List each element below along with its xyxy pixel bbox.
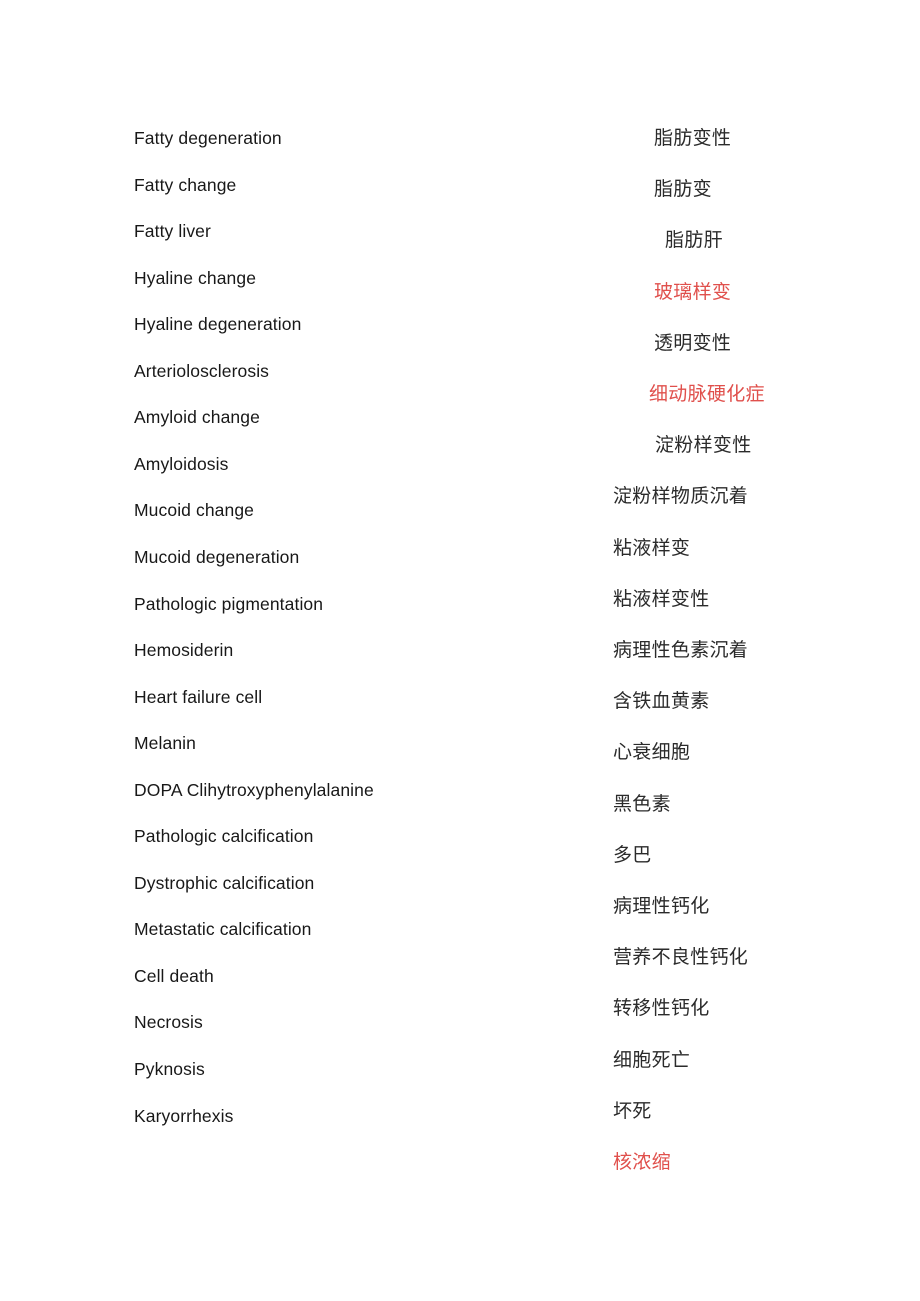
glossary-term-chinese: 转移性钙化 [613, 997, 710, 1020]
glossary-term-chinese: 脂肪变性 [654, 127, 732, 149]
glossary-term-chinese: 营养不良性钙化 [613, 946, 749, 969]
glossary-term-english: Hyaline degeneration [134, 314, 302, 335]
glossary-term-chinese: 透明变性 [654, 331, 732, 354]
glossary-term-english: Necrosis [134, 1012, 203, 1033]
glossary-term-chinese: 淀粉样变性 [655, 434, 752, 457]
glossary-term-english: DOPA Clihytroxyphenylalanine [134, 779, 374, 800]
glossary-term-english: Pathologic pigmentation [134, 593, 324, 614]
glossary-term-english: Karyorrhexis [134, 1105, 234, 1126]
glossary-term-chinese: 核浓缩 [613, 1151, 671, 1173]
glossary-term-chinese: 淀粉样物质沉着 [613, 485, 749, 508]
document-page: Fatty degeneration Fatty change Fatty live… [0, 0, 920, 1301]
glossary-term-english: Fatty liver [134, 221, 211, 242]
glossary-term-chinese: 粘液样变性 [613, 587, 710, 610]
glossary-term-chinese: 细动脉硬化症 [649, 383, 765, 405]
glossary-term-english: Metastatic calcification [134, 919, 312, 940]
glossary-term-english: Fatty degeneration [134, 128, 282, 148]
glossary-term-chinese: 细胞死亡 [613, 1048, 691, 1071]
glossary-term-english: Hyaline change [134, 267, 257, 288]
glossary-term-english: Dystrophic calcification [134, 872, 315, 893]
glossary-term-english: Hemosiderin [134, 640, 234, 661]
glossary-term-chinese: 含铁血黄素 [613, 690, 710, 713]
glossary-term-english: Pathologic calcification [134, 826, 314, 847]
glossary-term-english: Mucoid degeneration [134, 546, 300, 567]
glossary-term-english: Melanin [134, 733, 196, 754]
glossary-term-english: Arteriolosclerosis [134, 360, 270, 381]
glossary-term-chinese: 脂肪肝 [665, 229, 723, 252]
glossary-term-english: Cell death [134, 965, 214, 986]
glossary-term-english: Pyknosis [134, 1059, 205, 1079]
glossary-term-english: Amyloid change [134, 407, 260, 428]
glossary-term-chinese: 心衰细胞 [613, 741, 691, 764]
glossary-term-english: Amyloidosis [134, 453, 229, 474]
glossary-term-chinese: 玻璃样变 [654, 280, 732, 303]
glossary-term-chinese: 脂肪变 [654, 178, 712, 201]
glossary-term-english: Heart failure cell [134, 686, 263, 707]
glossary-term-chinese: 病理性色素沉着 [613, 639, 749, 661]
glossary-term-english: Mucoid change [134, 500, 254, 521]
glossary-term-chinese: 坏死 [613, 1099, 652, 1122]
glossary-term-chinese: 多巴 [613, 843, 652, 866]
glossary-term-chinese: 病理性钙化 [613, 895, 710, 917]
glossary-term-chinese: 黑色素 [613, 792, 671, 815]
glossary-term-chinese: 粘液样变 [613, 536, 691, 559]
glossary-term-english: Fatty change [134, 174, 237, 195]
